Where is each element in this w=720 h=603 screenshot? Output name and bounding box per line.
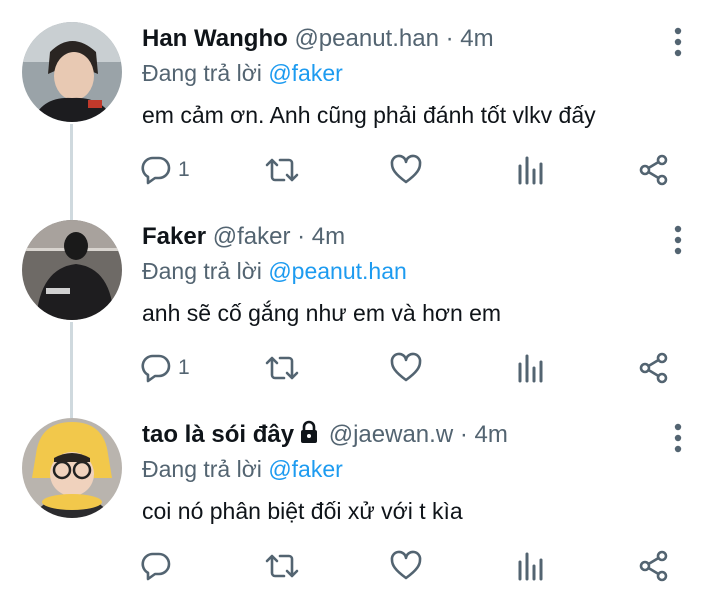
action-bar: 1 bbox=[0, 346, 720, 390]
reply-prefix: Đang trả lời bbox=[142, 456, 262, 482]
more-options-button[interactable] bbox=[664, 224, 692, 256]
thread-line bbox=[70, 396, 73, 418]
reply-prefix: Đang trả lời bbox=[142, 258, 262, 284]
analytics-button[interactable] bbox=[516, 346, 546, 390]
share-icon bbox=[639, 154, 668, 186]
analytics-icon bbox=[518, 156, 543, 185]
retweet-icon bbox=[265, 356, 299, 380]
retweet-icon bbox=[265, 158, 299, 182]
avatar[interactable] bbox=[22, 418, 122, 518]
tweet-header: Han Wangho @peanut.han · 4m bbox=[142, 24, 494, 54]
reply-button[interactable]: 1 bbox=[140, 148, 190, 192]
tweet-text: em cảm ơn. Anh cũng phải đánh tốt vlkv đ… bbox=[142, 102, 596, 128]
analytics-icon bbox=[518, 354, 543, 383]
user-handle[interactable]: @faker bbox=[213, 223, 291, 250]
tweet[interactable]: tao là sói đây @jaewan.w · 4m Đang trả l… bbox=[0, 396, 720, 603]
reply-mention[interactable]: @faker bbox=[268, 60, 342, 86]
reply-context: Đang trả lời @faker bbox=[142, 58, 343, 88]
reply-mention[interactable]: @peanut.han bbox=[268, 258, 406, 284]
share-icon bbox=[639, 352, 668, 384]
timestamp[interactable]: 4m bbox=[312, 223, 345, 250]
share-button[interactable] bbox=[638, 148, 670, 192]
reply-button[interactable]: 1 bbox=[140, 346, 190, 390]
separator: · bbox=[297, 223, 306, 250]
display-name[interactable]: tao là sói đây bbox=[142, 421, 294, 448]
tweet[interactable]: Faker @faker · 4m Đang trả lời @peanut.h… bbox=[0, 198, 720, 402]
share-button[interactable] bbox=[638, 346, 670, 390]
tweet-text: coi nó phân biệt đối xử với t kìa bbox=[142, 498, 463, 524]
like-button[interactable] bbox=[389, 544, 423, 588]
more-icon bbox=[674, 423, 682, 453]
separator: · bbox=[459, 421, 468, 448]
more-icon bbox=[674, 27, 682, 57]
retweet-button[interactable] bbox=[264, 544, 300, 588]
share-icon bbox=[639, 550, 668, 582]
avatar[interactable] bbox=[22, 22, 122, 122]
tweet-header: tao là sói đây @jaewan.w · 4m bbox=[142, 420, 508, 450]
retweet-button[interactable] bbox=[264, 148, 300, 192]
avatar[interactable] bbox=[22, 220, 122, 320]
tweet-header: Faker @faker · 4m bbox=[142, 222, 345, 252]
retweet-button[interactable] bbox=[264, 346, 300, 390]
like-button[interactable] bbox=[389, 346, 423, 390]
more-icon bbox=[674, 225, 682, 255]
tweet-text: anh sẽ cố gắng như em và hơn em bbox=[142, 300, 502, 326]
reply-icon bbox=[141, 354, 171, 383]
reply-prefix: Đang trả lời bbox=[142, 60, 262, 86]
thread-line bbox=[70, 198, 73, 220]
timestamp[interactable]: 4m bbox=[475, 421, 508, 448]
like-icon bbox=[390, 550, 422, 580]
tweet[interactable]: Han Wangho @peanut.han · 4m Đang trả lời… bbox=[0, 0, 720, 204]
analytics-button[interactable] bbox=[516, 544, 546, 588]
user-handle[interactable]: @peanut.han bbox=[294, 25, 438, 52]
user-handle[interactable]: @jaewan.w bbox=[329, 421, 453, 448]
lock-icon bbox=[301, 420, 318, 443]
action-bar: 1 bbox=[0, 148, 720, 192]
retweet-icon bbox=[265, 554, 299, 578]
more-options-button[interactable] bbox=[664, 422, 692, 454]
display-name[interactable]: Han Wangho bbox=[142, 25, 288, 52]
reply-icon bbox=[141, 552, 171, 581]
reply-context: Đang trả lời @faker bbox=[142, 454, 343, 484]
analytics-icon bbox=[518, 552, 543, 581]
reply-count: 1 bbox=[178, 158, 190, 181]
analytics-button[interactable] bbox=[516, 148, 546, 192]
like-button[interactable] bbox=[389, 148, 423, 192]
share-button[interactable] bbox=[638, 544, 670, 588]
like-icon bbox=[390, 154, 422, 184]
reply-context: Đang trả lời @peanut.han bbox=[142, 256, 407, 286]
separator: · bbox=[445, 25, 454, 52]
reply-mention[interactable]: @faker bbox=[268, 456, 342, 482]
action-bar bbox=[0, 544, 720, 588]
reply-icon bbox=[141, 156, 171, 185]
timestamp[interactable]: 4m bbox=[460, 25, 493, 52]
like-icon bbox=[390, 352, 422, 382]
more-options-button[interactable] bbox=[664, 26, 692, 58]
display-name[interactable]: Faker bbox=[142, 223, 206, 250]
reply-button[interactable] bbox=[140, 544, 178, 588]
reply-count: 1 bbox=[178, 356, 190, 379]
